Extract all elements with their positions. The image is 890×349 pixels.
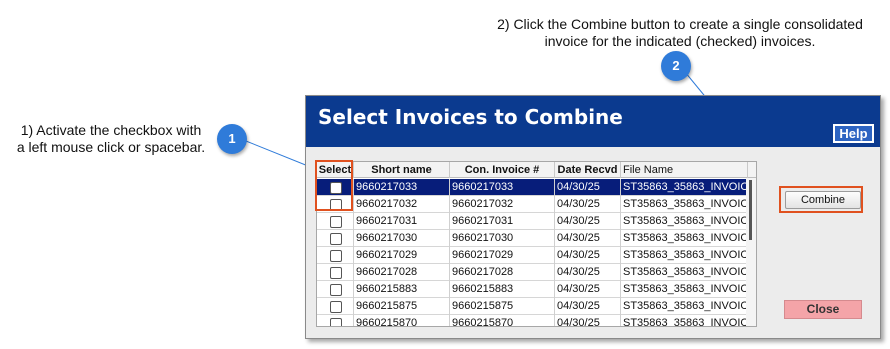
cell-con-invoice: 9660215870 — [450, 315, 555, 326]
callout-2-badge: 2 — [661, 51, 691, 81]
help-button[interactable]: Help — [833, 124, 874, 143]
cell-date-recvd: 04/30/25 — [555, 230, 621, 247]
table-row[interactable]: 9660215870 9660215870 04/30/25 ST35863_3586… — [317, 315, 748, 326]
checkbox-highlight — [315, 160, 353, 211]
cell-con-invoice: 9660217030 — [450, 230, 555, 247]
cell-file-name: ST35863_35863_INVOIC — [621, 281, 748, 298]
row-checkbox[interactable] — [330, 250, 342, 262]
cell-file-name: ST35863_35863_INVOIC — [621, 315, 748, 326]
table-row[interactable]: 9660217029 9660217029 04/30/25 ST35863_3586… — [317, 247, 748, 264]
cell-short-name: 9660217028 — [354, 264, 450, 281]
table-row[interactable]: 9660217032 9660217032 04/30/25 ST35863_3586… — [317, 196, 748, 213]
cell-short-name: 9660215870 — [354, 315, 450, 326]
cell-file-name: ST35863_35863_INVOIC — [621, 213, 748, 230]
table-row[interactable]: 9660217031 9660217031 04/30/25 ST35863_3586… — [317, 213, 748, 230]
dialog-title: Select Invoices to Combine — [318, 105, 623, 129]
cell-con-invoice: 9660217029 — [450, 247, 555, 264]
column-header-date-recvd[interactable]: Date Recvd — [555, 162, 621, 178]
cell-date-recvd: 04/30/25 — [555, 315, 621, 326]
cell-file-name: ST35863_35863_INVOIC — [621, 298, 748, 315]
close-button[interactable]: Close — [784, 300, 862, 319]
column-header-short-name[interactable]: Short name — [354, 162, 450, 178]
cell-file-name: ST35863_35863_INVOIC — [621, 179, 748, 196]
cell-select — [317, 213, 354, 230]
column-header-con-invoice[interactable]: Con. Invoice # — [450, 162, 555, 178]
cell-short-name: 9660217031 — [354, 213, 450, 230]
grid-scroll-thumb[interactable] — [749, 180, 752, 240]
cell-select — [317, 247, 354, 264]
cell-select — [317, 281, 354, 298]
cell-select — [317, 264, 354, 281]
table-row[interactable]: 9660215883 9660215883 04/30/25 ST35863_3586… — [317, 281, 748, 298]
dialog-header: Select Invoices to Combine Help — [306, 96, 880, 147]
cell-con-invoice: 9660215875 — [450, 298, 555, 315]
cell-select — [317, 230, 354, 247]
callout-1-badge: 1 — [217, 124, 247, 154]
cell-con-invoice: 9660215883 — [450, 281, 555, 298]
cell-con-invoice: 9660217032 — [450, 196, 555, 213]
combine-highlight — [779, 186, 863, 213]
cell-con-invoice: 9660217028 — [450, 264, 555, 281]
cell-short-name: 9660215875 — [354, 298, 450, 315]
cell-short-name: 9660217029 — [354, 247, 450, 264]
table-row[interactable]: 9660215875 9660215875 04/30/25 ST35863_3586… — [317, 298, 748, 315]
table-row[interactable]: 9660217030 9660217030 04/30/25 ST35863_3586… — [317, 230, 748, 247]
cell-file-name: ST35863_35863_INVOIC — [621, 247, 748, 264]
cell-file-name: ST35863_35863_INVOIC — [621, 196, 748, 213]
row-checkbox[interactable] — [330, 233, 342, 245]
grid-scrollbar[interactable] — [746, 178, 756, 326]
grid-header: Select Short name Con. Invoice # Date Re… — [317, 162, 756, 178]
cell-con-invoice: 9660217031 — [450, 213, 555, 230]
invoice-grid: Select Short name Con. Invoice # Date Re… — [316, 161, 757, 327]
cell-date-recvd: 04/30/25 — [555, 196, 621, 213]
cell-file-name: ST35863_35863_INVOIC — [621, 264, 748, 281]
column-header-file-name[interactable]: File Name — [621, 162, 748, 178]
cell-date-recvd: 04/30/25 — [555, 179, 621, 196]
table-row[interactable]: 9660217033 9660217033 04/30/25 ST35863_3586… — [317, 179, 748, 196]
cell-short-name: 9660217030 — [354, 230, 450, 247]
cell-date-recvd: 04/30/25 — [555, 281, 621, 298]
table-row[interactable]: 9660217028 9660217028 04/30/25 ST35863_3586… — [317, 264, 748, 281]
row-checkbox[interactable] — [330, 318, 342, 326]
select-invoices-dialog: Select Invoices to Combine Help Select S… — [305, 95, 881, 339]
cell-date-recvd: 04/30/25 — [555, 213, 621, 230]
cell-date-recvd: 04/30/25 — [555, 264, 621, 281]
row-checkbox[interactable] — [330, 301, 342, 313]
cell-date-recvd: 04/30/25 — [555, 298, 621, 315]
cell-select — [317, 298, 354, 315]
cell-short-name: 9660217033 — [354, 179, 450, 196]
cell-con-invoice: 9660217033 — [450, 179, 555, 196]
row-checkbox[interactable] — [330, 216, 342, 228]
cell-short-name: 9660217032 — [354, 196, 450, 213]
row-checkbox[interactable] — [330, 284, 342, 296]
cell-date-recvd: 04/30/25 — [555, 247, 621, 264]
row-checkbox[interactable] — [330, 267, 342, 279]
cell-short-name: 9660215883 — [354, 281, 450, 298]
cell-select — [317, 315, 354, 326]
cell-file-name: ST35863_35863_INVOIC — [621, 230, 748, 247]
